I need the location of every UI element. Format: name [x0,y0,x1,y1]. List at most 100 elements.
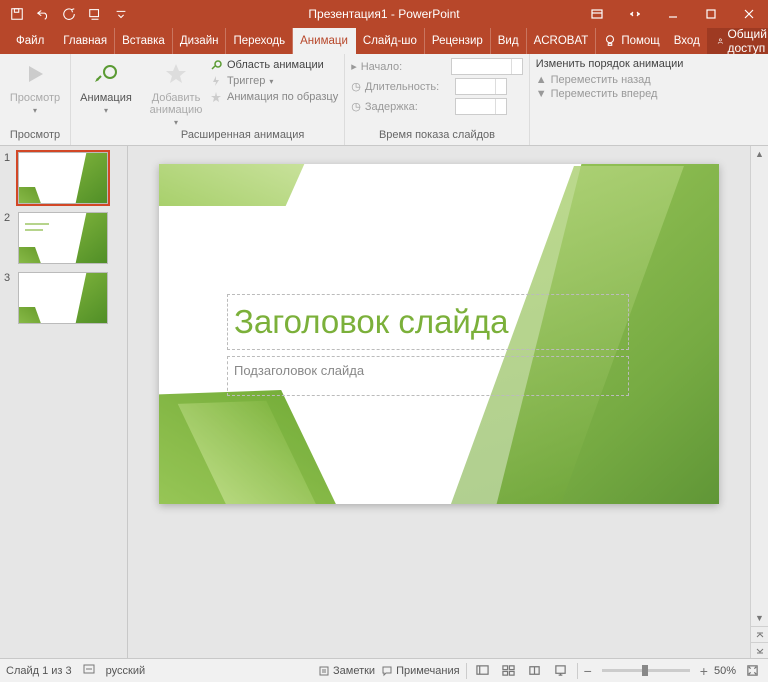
status-right: Заметки Примечания − + 50% [318,662,762,680]
thumb-number: 3 [4,272,14,324]
animation-painter-label: Анимация по образцу [227,91,338,103]
title-placeholder[interactable]: Заголовок слайда [227,294,629,350]
preview-button[interactable]: Просмотр ▾ [6,58,64,115]
next-slide-button[interactable] [751,642,768,658]
tab-home[interactable]: Главная [56,28,115,54]
group-label-timing: Время показа слайдов [351,129,523,143]
chevron-down-icon: ▾ [104,106,108,115]
thumbnail-row[interactable]: 3 [4,272,123,324]
zoom-out-button[interactable]: − [584,663,592,679]
reading-view-button[interactable] [525,662,545,680]
tab-animations[interactable]: Анимаци [293,28,356,54]
thumbnail-1[interactable] [18,152,108,204]
animation-icon [90,58,122,90]
prev-slide-button[interactable] [751,626,768,642]
delay-input[interactable] [455,98,507,115]
add-animation-icon [160,58,192,90]
zoom-level[interactable]: 50% [714,665,736,677]
touch-mode-button[interactable] [616,0,654,28]
thumb-number: 2 [4,212,14,264]
quick-access-toolbar [0,3,138,25]
thumb-number: 1 [4,152,14,204]
thumbnail-3[interactable] [18,272,108,324]
preview-label: Просмотр [10,92,60,104]
title-text: Заголовок слайда [228,303,514,341]
trigger-label: Триггер [227,75,265,87]
ribbon-group-advanced: Добавить анимацию ▾ Область анимации Три… [141,54,345,145]
maximize-button[interactable] [692,0,730,28]
move-earlier-button[interactable]: ▲ Переместить назад [536,74,684,86]
subtitle-text: Подзаголовок слайда [228,357,628,384]
title-bar: Презентация1 - PowerPoint [0,0,768,28]
move-later-label: Переместить вперед [551,88,658,100]
ribbon-display-button[interactable] [578,0,616,28]
subtitle-placeholder[interactable]: Подзаголовок слайда [227,356,629,396]
duration-input[interactable] [455,78,507,95]
tab-design[interactable]: Дизайн [173,28,227,54]
slide-canvas[interactable]: Заголовок слайда Подзаголовок слайда [159,164,719,504]
scroll-up-button[interactable]: ▲ [751,146,768,162]
tab-transitions[interactable]: Переходь [226,28,293,54]
thumbnail-row[interactable]: 2 [4,212,123,264]
move-later-button[interactable]: ▼ Переместить вперед [536,88,684,100]
slide-canvas-wrapper[interactable]: Заголовок слайда Подзаголовок слайда [128,146,750,658]
add-animation-label: Добавить анимацию [147,92,205,116]
move-earlier-label: Переместить назад [551,74,651,86]
qat-customize-button[interactable] [110,3,132,25]
share-label: Общий доступ [727,27,768,55]
triangle-up-icon: ▲ [536,74,547,86]
tell-me-button[interactable]: Помощ [596,28,666,54]
minimize-button[interactable] [654,0,692,28]
redo-button[interactable] [58,3,80,25]
scroll-down-button[interactable]: ▼ [751,610,768,626]
decorative-shape [159,390,353,504]
timing-controls: ▸Начало: ◷Длительность: ◷Задержка: [351,58,523,115]
language-label[interactable]: русский [106,665,145,677]
ribbon-group-timing: ▸Начало: ◷Длительность: ◷Задержка: Время… [345,54,530,145]
animation-painter-button[interactable]: Анимация по образцу [209,90,338,104]
thumbnail-row[interactable]: 1 [4,152,123,204]
start-dropdown[interactable] [451,58,523,75]
vertical-scrollbar[interactable]: ▲ ▼ [750,146,768,658]
animation-pane-button[interactable]: Область анимации [209,58,338,72]
tab-insert[interactable]: Вставка [115,28,173,54]
thumbnail-2[interactable] [18,212,108,264]
tell-me-label: Помощ [621,35,659,47]
slide-editor-area: Заголовок слайда Подзаголовок слайда ▲ ▼ [128,146,768,658]
comments-button[interactable]: Примечания [381,665,460,677]
trigger-button[interactable]: Триггер▾ [209,74,338,88]
notes-button[interactable]: Заметки [318,665,375,677]
slide-sorter-view-button[interactable] [499,662,519,680]
tab-acrobat[interactable]: ACROBAT [527,28,597,54]
spellcheck-icon[interactable] [82,662,96,679]
status-bar: Слайд 1 из 3 русский Заметки Примечания … [0,658,768,682]
fit-to-window-button[interactable] [742,662,762,680]
close-button[interactable] [730,0,768,28]
animation-pane-label: Область анимации [227,59,324,71]
advanced-animation-list: Область анимации Триггер▾ Анимация по об… [209,58,338,104]
tab-file[interactable]: Файл [4,28,56,54]
share-button[interactable]: Общий доступ [707,28,768,54]
clock-icon: ◷ [351,80,361,93]
add-animation-button[interactable]: Добавить анимацию ▾ [147,58,205,127]
save-button[interactable] [6,3,28,25]
zoom-in-button[interactable]: + [700,663,708,679]
play-icon: ▸ [351,60,357,73]
slide-counter[interactable]: Слайд 1 из 3 [6,665,72,677]
tab-review[interactable]: Рецензир [425,28,491,54]
tab-view[interactable]: Вид [491,28,527,54]
start-from-beginning-button[interactable] [84,3,106,25]
signin-button[interactable]: Вход [667,28,707,54]
ribbon: Просмотр ▾ Просмотр Анимация ▾ Добавить … [0,54,768,146]
tab-slideshow[interactable]: Слайд-шо [356,28,425,54]
slideshow-view-button[interactable] [551,662,571,680]
zoom-slider[interactable] [602,669,690,672]
undo-button[interactable] [32,3,54,25]
clock-icon: ◷ [351,100,361,113]
normal-view-button[interactable] [473,662,493,680]
animation-gallery-button[interactable]: Анимация ▾ [77,58,135,115]
triangle-down-icon: ▼ [536,88,547,100]
scroll-track[interactable] [751,162,768,610]
window-controls [578,0,768,28]
group-label-advanced: Расширенная анимация [147,129,338,143]
